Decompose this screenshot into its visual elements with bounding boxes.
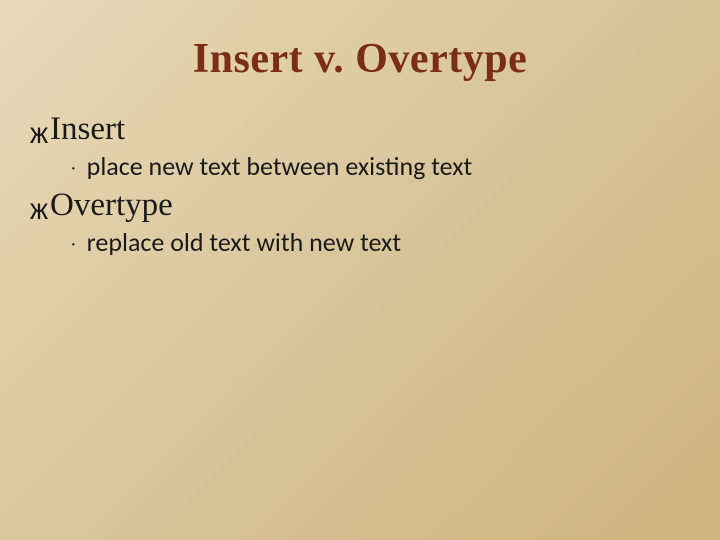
sub-text: replace old text with new text: [87, 226, 401, 258]
list-item: ж Insert · place new text between existi…: [30, 111, 690, 182]
bullet-asterisk-icon: ж: [30, 121, 48, 151]
slide-content: ж Insert · place new text between existi…: [30, 111, 690, 258]
heading-row: ж Overtype: [30, 187, 690, 224]
sub-row: · replace old text with new text: [30, 226, 690, 258]
heading-row: ж Insert: [30, 111, 690, 148]
heading-text: Overtype: [50, 187, 173, 224]
bullet-dot-icon: ·: [70, 159, 77, 179]
sub-text: place new text between existing text: [87, 150, 473, 182]
bullet-dot-icon: ·: [70, 235, 77, 255]
slide-title: Insert v. Overtype: [30, 35, 690, 83]
heading-text: Insert: [50, 111, 125, 148]
slide-container: Insert v. Overtype ж Insert · place new …: [0, 0, 720, 540]
bullet-asterisk-icon: ж: [30, 197, 48, 227]
list-item: ж Overtype · replace old text with new t…: [30, 187, 690, 258]
sub-row: · place new text between existing text: [30, 150, 690, 182]
